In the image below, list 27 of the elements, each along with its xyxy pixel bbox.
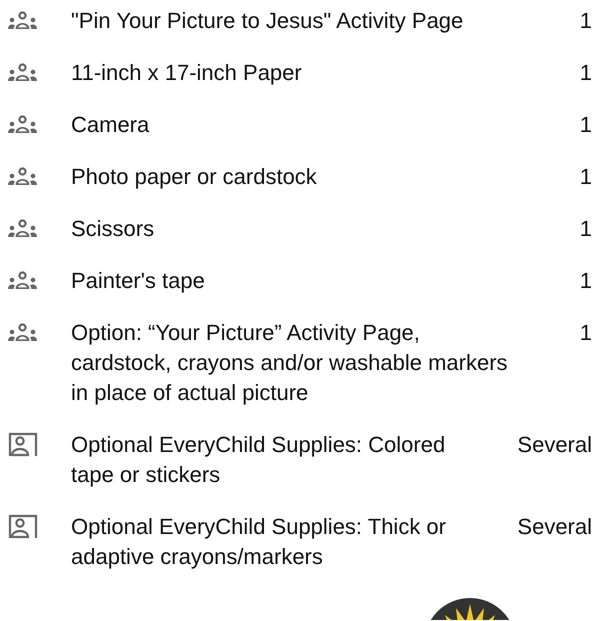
supply-name: Scissors <box>71 215 156 243</box>
supply-quantity: Several <box>517 513 593 541</box>
supply-name: Optional EveryChild Supplies: Thick or adaptive crayons/markers <box>71 513 447 571</box>
portrait-icon <box>8 432 38 458</box>
supply-quantity: 1 <box>580 319 593 347</box>
supply-quantity: 1 <box>580 59 593 87</box>
portrait-icon <box>8 514 38 540</box>
supply-name: Option: “Your Picture” Activity Page, cardstock, crayons and/or washable markers in place of actual picture <box>71 319 509 407</box>
supply-name: Camera <box>71 111 150 139</box>
people-group-icon <box>8 323 37 343</box>
supply-name: Painter's tape <box>71 267 206 295</box>
supply-name: 11-inch x 17-inch Paper <box>71 59 303 87</box>
supply-name: Photo paper or cardstock <box>71 163 318 191</box>
people-group-icon <box>8 11 37 31</box>
supply-quantity: 1 <box>580 7 593 35</box>
people-group-icon <box>8 63 37 83</box>
supply-name: "Pin Your Picture to Jesus" Activity Page <box>71 7 464 35</box>
supply-quantity: 1 <box>580 111 593 139</box>
people-group-icon <box>8 115 37 135</box>
people-group-icon <box>8 219 37 239</box>
supply-quantity: 1 <box>580 267 593 295</box>
people-group-icon <box>8 271 37 291</box>
supply-quantity: Several <box>517 431 593 459</box>
supply-name: Optional EveryChild Supplies: Colored tape or stickers <box>71 431 446 489</box>
supply-quantity: 1 <box>580 163 593 191</box>
supply-quantity: 1 <box>580 215 593 243</box>
people-group-icon <box>8 167 37 187</box>
